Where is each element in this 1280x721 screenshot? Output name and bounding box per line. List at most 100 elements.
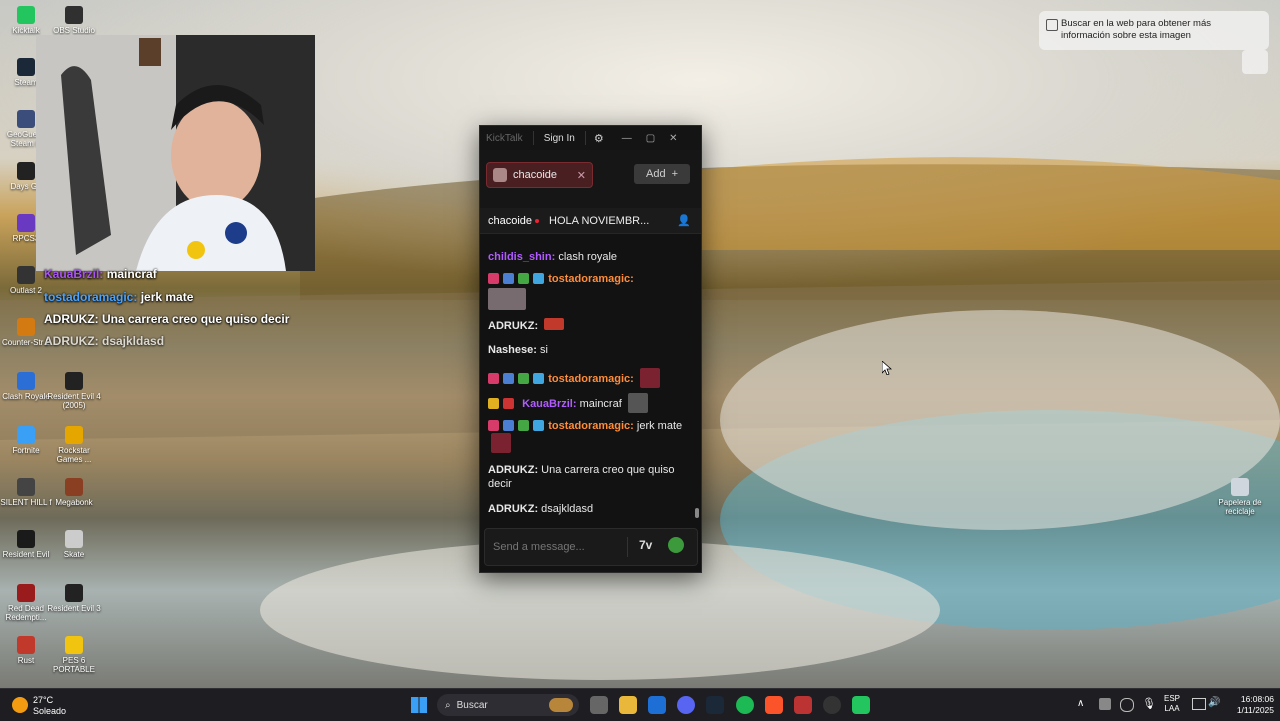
app-icon — [65, 636, 83, 654]
app-icon[interactable] — [794, 696, 812, 714]
lens-capture-icon[interactable] — [1242, 50, 1268, 74]
bot-badge-icon — [518, 420, 530, 431]
google-lens-prompt[interactable]: Buscar en la web para obtener más inform… — [1039, 11, 1269, 50]
desktop-icon[interactable]: Rockstar Games ... — [46, 426, 102, 464]
weather-widget[interactable]: 27°C Soleado — [12, 694, 92, 716]
username[interactable]: ADRUKZ: — [488, 503, 538, 515]
bot-badge-icon — [518, 273, 530, 284]
cube-badge-icon — [533, 273, 545, 284]
clock[interactable]: 16:08:06 1/11/2025 — [1224, 694, 1274, 716]
username[interactable]: Nashese: — [488, 344, 537, 356]
network-icon[interactable] — [1192, 698, 1206, 710]
chat-message: ADRUKZ: — [488, 318, 688, 333]
mic-icon[interactable]: 🎙 — [1142, 697, 1156, 710]
tray-icon[interactable] — [1099, 698, 1111, 710]
user-icon[interactable]: 👤 — [677, 214, 691, 227]
settings-gear-icon[interactable]: ⚙ — [594, 132, 604, 145]
maximize-icon[interactable]: ▢ — [646, 133, 655, 144]
desktop-icon-label: PES 6 PORTABLE — [53, 656, 95, 674]
add-channel-button[interactable]: Add + — [634, 164, 690, 184]
mouse-cursor-icon — [882, 361, 892, 375]
close-icon[interactable]: ✕ — [669, 133, 677, 144]
desktop-icon[interactable]: Skate — [46, 530, 102, 559]
chat-scrollbar[interactable] — [695, 508, 699, 518]
desktop-icon[interactable]: Resident Evil 4 (2005) — [46, 372, 102, 410]
app-icon — [17, 636, 35, 654]
spotify-icon[interactable] — [736, 696, 754, 714]
task-view-icon[interactable] — [590, 696, 608, 714]
username[interactable]: KauaBrzil: — [522, 398, 576, 410]
minimize-icon[interactable]: — — [622, 133, 632, 144]
message-text: maincraf — [579, 398, 622, 410]
tab-close-icon[interactable]: ✕ — [577, 169, 586, 182]
desktop-icon[interactable]: Megabonk — [46, 478, 102, 507]
username[interactable]: tostadoramagic: — [548, 273, 634, 285]
badge-icon — [488, 273, 499, 284]
overlay-text: jerk mate — [140, 290, 194, 304]
username[interactable]: tostadoramagic: — [548, 373, 634, 385]
obs-icon[interactable] — [823, 696, 841, 714]
overlay-username: tostadoramagic: — [44, 290, 138, 304]
image-search-icon — [1046, 19, 1058, 31]
tab-chacoide[interactable]: chacoide ✕ — [486, 162, 593, 188]
plus-icon: + — [671, 168, 678, 180]
chevron-up-icon[interactable]: ∧ — [1077, 698, 1084, 709]
message-input[interactable] — [491, 537, 625, 557]
webcam-feed — [36, 35, 315, 271]
username[interactable]: childis_shin: — [488, 251, 555, 263]
bomb-badge-icon — [503, 398, 515, 409]
chat-message: KauaBrzil: maincraf — [488, 393, 688, 413]
lang-region: LAA — [1164, 704, 1180, 713]
search-label: Buscar — [456, 699, 488, 711]
username[interactable]: tostadoramagic: — [548, 420, 634, 432]
clock-time: 16:08:06 — [1240, 694, 1274, 704]
7tv-emote-icon[interactable]: 7v — [639, 538, 652, 552]
message-input-bar: 7v — [484, 528, 698, 566]
username[interactable]: ADRUKZ: — [488, 320, 538, 332]
sun-icon — [12, 697, 28, 713]
brave-icon[interactable] — [765, 696, 783, 714]
channel-header: chacoide HOLA NOVIEMBR... 👤 — [480, 208, 701, 234]
overlay-text: dsajkldasd — [102, 334, 165, 348]
language-indicator[interactable]: ESP LAA — [1164, 694, 1180, 714]
bot-badge-icon — [518, 373, 530, 384]
overlay-username: ADRUKZ: — [44, 312, 99, 326]
sync-icon[interactable] — [1120, 698, 1134, 712]
chat-message: childis_shin: clash royale — [488, 250, 688, 264]
desktop-icon[interactable]: PES 6 PORTABLE — [46, 636, 102, 674]
sword-badge-icon — [503, 420, 515, 431]
username[interactable]: ADRUKZ: — [488, 464, 538, 476]
weather-temp: 27°C — [33, 695, 54, 705]
kick-emote-icon[interactable] — [668, 537, 684, 553]
app-icon — [65, 584, 83, 602]
taskbar-search[interactable]: ⌕ Buscar — [437, 694, 579, 716]
app-icon — [65, 372, 83, 390]
app-icon — [17, 478, 35, 496]
file-explorer-icon[interactable] — [619, 696, 637, 714]
steam-icon[interactable] — [706, 696, 724, 714]
desktop-icon[interactable]: OBS Studio — [46, 6, 102, 35]
desktop-icon[interactable]: Resident Evil 3 — [46, 584, 102, 613]
desktop-icon-label: Resident Evil 3 — [47, 604, 101, 613]
emote-image — [488, 288, 526, 310]
sign-in-button[interactable]: Sign In — [544, 133, 575, 144]
kicktalk-icon[interactable] — [852, 696, 870, 714]
discord-icon[interactable] — [677, 696, 695, 714]
bing-icon[interactable] — [648, 696, 666, 714]
app-icon — [17, 318, 35, 336]
app-icon — [17, 214, 35, 232]
desktop-icon[interactable]: Papelera de reciclaje — [1212, 478, 1268, 516]
sword-badge-icon — [503, 273, 515, 284]
chat-message: tostadoramagic: — [488, 272, 688, 310]
app-icon — [17, 58, 35, 76]
desktop-icon-label: Resident Evil 4 (2005) — [47, 392, 101, 410]
chat-message: Nashese: si — [488, 343, 688, 357]
app-icon — [17, 584, 35, 602]
volume-icon[interactable]: 🔊 — [1208, 697, 1220, 708]
app-icon — [65, 426, 83, 444]
app-icon — [65, 478, 83, 496]
start-button[interactable] — [411, 697, 427, 713]
title-bar[interactable]: KickTalk Sign In ⚙ — ▢ ✕ — [480, 126, 701, 150]
chat-message: tostadoramagic: — [488, 368, 688, 388]
app-icon — [17, 6, 35, 24]
